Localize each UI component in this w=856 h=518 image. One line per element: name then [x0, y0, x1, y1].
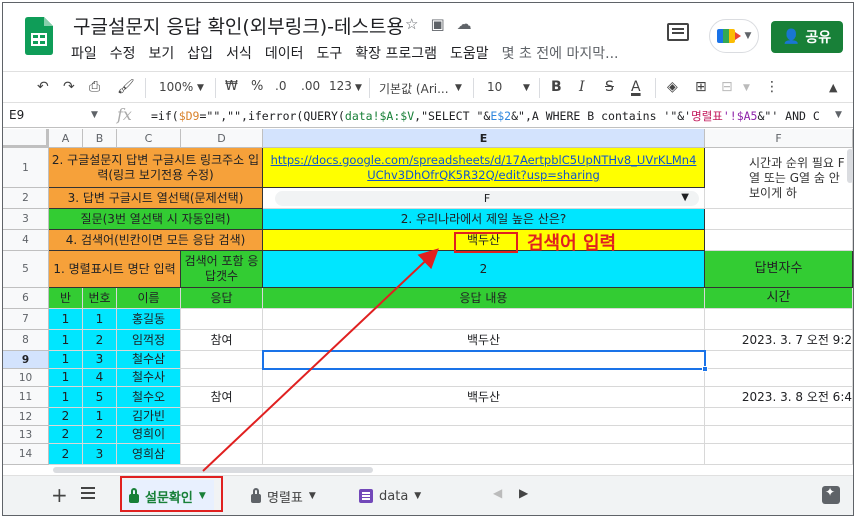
app-window: 구글설문지 응답 확인(외부링크)-테스트용 ☆ ▣ ☁ 파일 수정 보기 삽입…: [2, 2, 854, 516]
annotation-arrow: [202, 248, 439, 472]
